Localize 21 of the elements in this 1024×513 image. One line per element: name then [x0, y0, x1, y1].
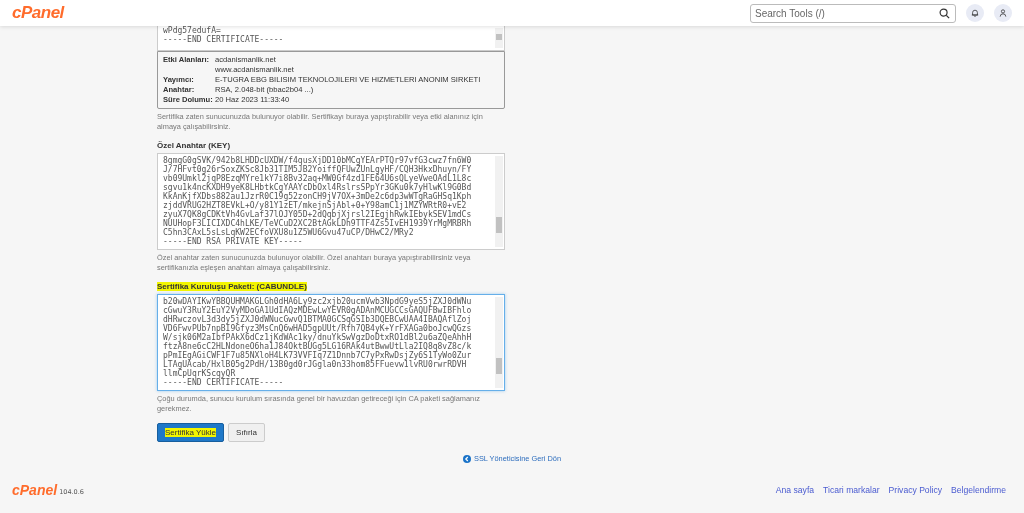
scrollbar[interactable] — [495, 297, 503, 388]
reset-button[interactable]: Sıfırla — [228, 423, 265, 442]
search-field[interactable]: Search Tools (/) — [750, 3, 956, 23]
notifications-button[interactable] — [966, 4, 984, 22]
user-icon — [999, 9, 1007, 17]
text-area[interactable]: b20wDAYIKwYBBQUHMAKGLGh0dHA6Ly9zc2xjb20ucmVwb3NpdG9yeS5jZXJ0dWNu cGwuY3RuY2EuY2VyMDoGA1UdIAQzMDEwLwYEVR0gADAnMCUGCCsGAQUFBwIBFhlo dHRwczovL3d3dy5jZXJ0dWNucGwvQ1BTMA0GCSqGSIb3DQEBCwUAA4IBAQAflZoj VD6FwvPUb7npBI9Gfyz3MsCnQ6wHAD5gpUUt/Rfh7QB4yK+YrFXAGa0boJcwQGzs W/sjk06M2aIbfPAkX6dCz1jKdWAc1ky/dnuYkSwVgzDoDtxRO1dBl2u6aZQeAhhH ftzA8ne6cC2HLNdoneO6ha1J84OktBUGg5LG16RAk4utBwwUtLla2IQ8q8vZ8c/k pPmIEgAGiCWF1F7u85NXloH4LK73VVFIq7Z1Dnnb7C7yPxRwDsjZy6S1TyWo0Zur LTAgUAcab/HxlB05g2PdH/13B0gd0rJGgla0n33hom85FFuevw1lvRU0rwrRDVH llmCpUqrKScqyQR -----END CERTIFICATE----- — [157, 294, 505, 391]
scrollbar[interactable] — [495, 156, 503, 247]
footer-link[interactable]: Privacy Policy — [888, 485, 943, 495]
certificate-field[interactable]: wPdg57edufA= -----END CERTIFICATE----- — [157, 26, 505, 51]
text-area[interactable]: 8gmgG0gSVK/942b8LHDDcUXDW/f4qusXjDD10bMCgYEArPTQr97vfG3cwz7fn6W0 J/7HFvt0g26rSoxZKSc8Jb31TIM5JB2YoiffQFUwZUnLgyHF/CQH3HkxDhuyn/FY vb09Umkl2jqP8EzqMYre1kY7i8Bv32aq+MW0Gf4zd1FE64U6sQLyeVweOAdL1L8c sgvu1k4ncKXDH9yeK8LHbtkCgYAAYcDbOxl4RslrsSPpYr3GKu0k7yHlwKl9G0Bd KkAnKjfXDbs882au1JzrR0C19g52zonCH9jV7OX+3mDe2c6dp3wWTgRaGHSq1Kph zjddVRUG2HZT8EVkL+O/y81Y1zET/mkejnSjAbl+0+Y98amC1j1MZYWRtR0+vE2 zyuX7QK8gCDKtVh4GvLaf37lOJY05D+2dQqbjXjrsl2IEgjhRwkIEbykSEV1mdCs NUUHopF3LICIXDC4hLKE/TeVCuD2XC2BtAGkLDh9TTF4Zs5IvEH1939YrMgMRBRh C5hn3CAxL5sLsLqKW2ECfoVXU8u1Z5WU6Gvu47uCP/DHwC2/MRy2 -----END RSA PRIVATE KEY----- — [157, 153, 505, 250]
search-icon — [939, 7, 950, 19]
footer-link[interactable]: Ana sayfa — [775, 485, 815, 495]
scrollbar[interactable] — [495, 28, 503, 48]
field-label: Özel Anahtar (KEY) — [157, 141, 231, 150]
footer-link[interactable]: Ticari markalar — [823, 485, 880, 495]
user-button[interactable] — [994, 4, 1012, 22]
upload-button[interactable]: Sertifika Yükle — [157, 423, 224, 442]
footer-link[interactable]: Belgelendirme — [951, 485, 1006, 495]
back-arrow-icon — [462, 454, 471, 463]
bell-icon — [971, 9, 979, 17]
field-label: Sertifika Kuruluşu Paketi: (CABUNDLE) — [157, 282, 307, 291]
